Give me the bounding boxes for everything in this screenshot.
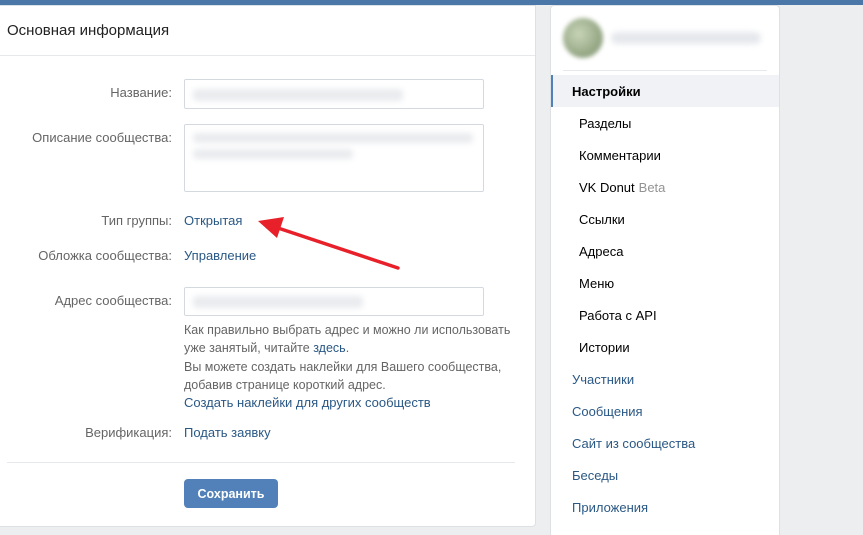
red-arrow-icon (258, 217, 400, 270)
